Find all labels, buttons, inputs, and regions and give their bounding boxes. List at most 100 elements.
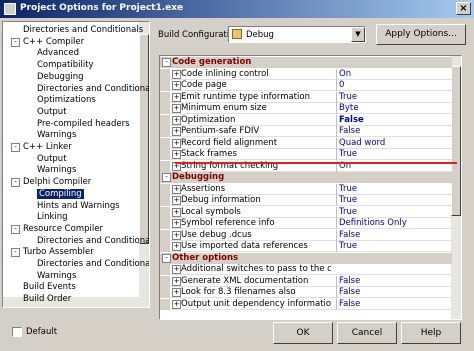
tree-item[interactable]: C++ Compiler — [23, 37, 84, 48]
property-value[interactable]: False — [336, 287, 455, 298]
expand-icon[interactable]: + — [172, 184, 181, 194]
tree-item[interactable]: Build Order — [23, 294, 71, 305]
build-configuration-combo[interactable]: Debug ▼ — [228, 26, 366, 43]
grid-category[interactable]: - Code generation — [160, 57, 452, 68]
collapse-icon[interactable]: - — [162, 253, 171, 263]
tree-scroll-thumb[interactable] — [139, 34, 149, 244]
grid-row[interactable]: + Minimum enum size Byte — [160, 103, 452, 114]
tree-item[interactable]: Delphi Compiler — [23, 177, 91, 188]
grid-category[interactable]: - Other options — [160, 252, 452, 264]
expand-icon[interactable]: + — [172, 92, 181, 102]
expand-icon[interactable]: + — [172, 150, 181, 159]
property-value[interactable]: False — [336, 275, 455, 287]
expand-icon[interactable]: + — [172, 299, 181, 309]
cancel-button[interactable]: Cancel — [337, 322, 397, 344]
grid-category[interactable]: - Debugging — [160, 172, 452, 183]
expand-icon[interactable]: + — [172, 127, 181, 136]
grid-row[interactable]: + Optimization False — [160, 114, 455, 126]
grid-row[interactable]: + Record field alignment Quad word — [160, 137, 455, 149]
expand-icon[interactable]: + — [172, 69, 181, 79]
property-value[interactable]: False — [336, 126, 455, 137]
grid-row[interactable]: + Code page 0 — [160, 80, 452, 91]
property-value[interactable]: False — [336, 298, 455, 310]
tree-item[interactable]: Turbo Assembler — [23, 247, 94, 258]
expand-icon[interactable]: + — [172, 104, 181, 113]
property-value[interactable]: True — [336, 91, 455, 103]
close-icon[interactable]: × — [456, 2, 471, 15]
tree-expander[interactable]: - — [11, 224, 20, 234]
tree-item[interactable]: Directories and Conditional — [37, 84, 149, 95]
grid-row[interactable]: + Emit runtime type information True — [160, 91, 455, 103]
expand-icon[interactable]: + — [172, 81, 181, 90]
grid-row[interactable]: + Symbol reference info Definitions Only — [160, 218, 452, 229]
default-checkbox[interactable] — [12, 327, 22, 337]
property-value[interactable]: Quad word — [336, 137, 455, 149]
grid-row[interactable]: + Use imported data references True — [160, 241, 452, 252]
property-value[interactable]: True — [336, 206, 455, 218]
chevron-down-icon[interactable]: ▼ — [351, 27, 365, 42]
property-value[interactable]: True — [336, 149, 455, 160]
property-value[interactable]: True — [336, 241, 455, 252]
expand-icon[interactable]: + — [172, 196, 181, 205]
expand-icon[interactable]: + — [172, 242, 181, 251]
property-value[interactable]: True — [336, 183, 455, 195]
tree-expander[interactable]: - — [11, 178, 20, 188]
tree-item[interactable]: Output — [37, 154, 67, 165]
expand-icon[interactable]: + — [172, 276, 181, 286]
tree-item[interactable]: Resource Compiler — [23, 224, 103, 235]
grid-row[interactable]: + Generate XML documentation False — [160, 275, 455, 287]
property-value[interactable]: Definitions Only — [336, 218, 455, 229]
tree-item[interactable]: Warnings — [37, 130, 76, 141]
property-value[interactable]: 0 — [336, 80, 455, 91]
tree-item[interactable]: Linking — [37, 212, 68, 223]
expand-icon[interactable]: + — [172, 288, 181, 297]
tree-item[interactable]: Warnings — [37, 271, 76, 282]
grid-row[interactable]: + Code inlining control On — [160, 68, 455, 80]
grid-row[interactable]: + Output unit dependency information False — [160, 298, 455, 310]
collapse-icon[interactable]: - — [162, 58, 171, 67]
grid-row[interactable]: + Local symbols True — [160, 206, 455, 218]
tree-item[interactable]: Compatibility — [37, 60, 94, 71]
expand-icon[interactable]: + — [172, 265, 181, 274]
expand-icon[interactable]: + — [172, 138, 181, 148]
apply-options-button[interactable]: Apply Options... — [376, 24, 466, 45]
property-grid[interactable]: - Code generation + Code inlining control On… — [159, 55, 462, 320]
grid-row[interactable]: + Look for 8.3 filenames also False — [160, 287, 452, 298]
tree-item[interactable]: Advanced — [37, 48, 79, 59]
tree-item[interactable]: Directories and Conditional — [37, 259, 149, 270]
tree-item[interactable]: Compiling — [37, 188, 84, 200]
property-value[interactable]: False — [336, 229, 455, 241]
property-value[interactable]: False — [336, 114, 455, 126]
tree-item[interactable]: Optimizations — [37, 95, 96, 106]
grid-row[interactable]: + Assertions True — [160, 183, 455, 195]
expand-icon[interactable]: + — [172, 230, 181, 240]
grid-row[interactable]: + Stack frames True — [160, 149, 452, 160]
tree-expander[interactable]: - — [11, 37, 20, 47]
expand-icon[interactable]: + — [172, 219, 181, 228]
tree-item[interactable]: Debugging — [37, 72, 84, 83]
tree-item[interactable]: Build Events — [23, 282, 76, 293]
tree-item[interactable]: Output — [37, 107, 67, 118]
grid-row[interactable]: + Pentium-safe FDIV False — [160, 126, 452, 137]
help-button[interactable]: Help — [401, 322, 461, 344]
grid-row[interactable]: + Debug information True — [160, 195, 452, 206]
tree-item[interactable]: Pre-compiled headers — [37, 119, 130, 130]
property-value[interactable]: On — [336, 68, 455, 80]
tree-expander[interactable]: - — [11, 143, 20, 152]
tree-item[interactable]: Warnings — [37, 165, 76, 176]
tree-expander[interactable]: - — [11, 248, 20, 258]
property-value[interactable]: True — [336, 195, 455, 206]
grid-row[interactable]: + Use debug .dcus False — [160, 229, 455, 241]
ok-button[interactable]: OK — [273, 322, 333, 344]
property-value[interactable]: Byte — [336, 103, 455, 114]
expand-icon[interactable]: + — [172, 115, 181, 125]
grid-row[interactable]: +Additional switches to pass to the comp… — [160, 264, 452, 275]
expand-icon[interactable]: + — [172, 207, 181, 217]
tree-item[interactable]: Directories and Conditional — [37, 236, 149, 247]
property-name: Minimum enum size — [181, 103, 267, 113]
tree-item[interactable]: Hints and Warnings — [37, 201, 120, 212]
collapse-icon[interactable]: - — [162, 173, 171, 182]
tree-item[interactable]: C++ Linker — [23, 142, 72, 153]
options-tree[interactable]: Directories and Conditionals - C++ Compile… — [2, 21, 150, 308]
tree-item[interactable]: Directories and Conditionals — [23, 25, 143, 36]
